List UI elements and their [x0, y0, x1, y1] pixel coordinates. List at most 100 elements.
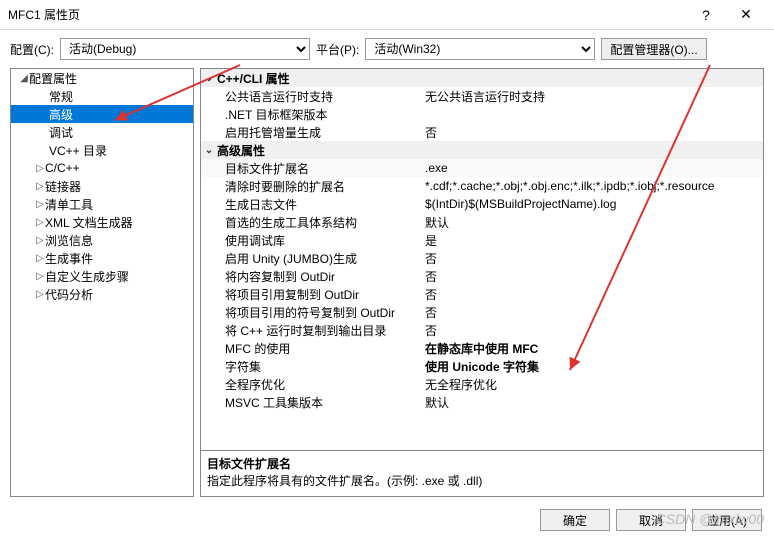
property-value[interactable]: 默认	[421, 394, 763, 411]
tree-item-label: 代码分析	[45, 286, 93, 303]
property-name: 使用调试库	[201, 232, 421, 249]
apply-button[interactable]: 应用(A)	[692, 509, 762, 531]
nav-tree[interactable]: ◢ 配置属性 常规高级调试VC++ 目录▷C/C++▷链接器▷清单工具▷XML …	[10, 68, 194, 497]
grid-section[interactable]: ⌄ C++/CLI 属性	[201, 69, 763, 87]
property-name: 字符集	[201, 358, 421, 375]
cancel-button[interactable]: 取消	[616, 509, 686, 531]
property-value[interactable]: *.cdf;*.cache;*.obj;*.obj.enc;*.ilk;*.ip…	[421, 179, 763, 193]
property-value[interactable]: 使用 Unicode 字符集	[421, 358, 763, 375]
tree-item-label: 高级	[49, 106, 73, 123]
tree-item[interactable]: 高级	[11, 105, 193, 123]
collapse-icon[interactable]: ◢	[19, 73, 29, 84]
property-row[interactable]: MFC 的使用在静态库中使用 MFC	[201, 339, 763, 357]
property-row[interactable]: 清除时要删除的扩展名*.cdf;*.cache;*.obj;*.obj.enc;…	[201, 177, 763, 195]
collapse-icon[interactable]: ⌄	[201, 145, 217, 156]
help-button[interactable]: ?	[686, 7, 726, 23]
property-value[interactable]: 否	[421, 124, 763, 141]
expand-icon[interactable]: ▷	[35, 163, 45, 174]
tree-item[interactable]: ▷自定义生成步骤	[11, 267, 193, 285]
property-value[interactable]: 无公共语言运行时支持	[421, 88, 763, 105]
property-row[interactable]: 启用 Unity (JUMBO)生成否	[201, 249, 763, 267]
property-row[interactable]: 首选的生成工具体系结构默认	[201, 213, 763, 231]
property-row[interactable]: .NET 目标框架版本	[201, 105, 763, 123]
property-row[interactable]: 将项目引用复制到 OutDir否	[201, 285, 763, 303]
property-name: 启用托管增量生成	[201, 124, 421, 141]
platform-label: 平台(P):	[316, 41, 359, 58]
tree-item-label: C/C++	[45, 161, 80, 175]
property-row[interactable]: 将项目引用的符号复制到 OutDir否	[201, 303, 763, 321]
property-row[interactable]: MSVC 工具集版本默认	[201, 393, 763, 411]
description-pane: 目标文件扩展名 指定此程序将具有的文件扩展名。(示例: .exe 或 .dll)	[200, 451, 764, 497]
tree-item-label: VC++ 目录	[49, 142, 107, 159]
expand-icon[interactable]: ▷	[35, 253, 45, 264]
property-row[interactable]: 全程序优化无全程序优化	[201, 375, 763, 393]
tree-item[interactable]: ▷C/C++	[11, 159, 193, 177]
property-name: 将项目引用复制到 OutDir	[201, 286, 421, 303]
property-name: MFC 的使用	[201, 340, 421, 357]
property-row[interactable]: 目标文件扩展名.exe	[201, 159, 763, 177]
property-value[interactable]: 否	[421, 304, 763, 321]
property-name: 将 C++ 运行时复制到输出目录	[201, 322, 421, 339]
description-title: 目标文件扩展名	[207, 455, 757, 472]
tree-root[interactable]: ◢ 配置属性	[11, 69, 193, 87]
expand-icon[interactable]: ▷	[35, 199, 45, 210]
description-text: 指定此程序将具有的文件扩展名。(示例: .exe 或 .dll)	[207, 472, 757, 489]
property-name: 将项目引用的符号复制到 OutDir	[201, 304, 421, 321]
property-row[interactable]: 将 C++ 运行时复制到输出目录否	[201, 321, 763, 339]
property-row[interactable]: 将内容复制到 OutDir否	[201, 267, 763, 285]
tree-item[interactable]: VC++ 目录	[11, 141, 193, 159]
property-value[interactable]: 无全程序优化	[421, 376, 763, 393]
property-name: 清除时要删除的扩展名	[201, 178, 421, 195]
tree-item[interactable]: ▷生成事件	[11, 249, 193, 267]
tree-item-label: 链接器	[45, 178, 81, 195]
property-name: 将内容复制到 OutDir	[201, 268, 421, 285]
grid-section[interactable]: ⌄ 高级属性	[201, 141, 763, 159]
property-row[interactable]: 字符集使用 Unicode 字符集	[201, 357, 763, 375]
property-row[interactable]: 公共语言运行时支持无公共语言运行时支持	[201, 87, 763, 105]
property-value[interactable]: 否	[421, 322, 763, 339]
close-button[interactable]: ✕	[726, 6, 766, 23]
platform-select[interactable]: 活动(Win32)	[365, 38, 595, 60]
expand-icon[interactable]: ▷	[35, 217, 45, 228]
ok-button[interactable]: 确定	[540, 509, 610, 531]
tree-item[interactable]: 常规	[11, 87, 193, 105]
property-name: 全程序优化	[201, 376, 421, 393]
property-value[interactable]: 在静态库中使用 MFC	[421, 340, 763, 357]
config-manager-button[interactable]: 配置管理器(O)...	[601, 38, 706, 60]
property-name: 启用 Unity (JUMBO)生成	[201, 250, 421, 267]
expand-icon[interactable]: ▷	[35, 271, 45, 282]
expand-icon[interactable]: ▷	[35, 289, 45, 300]
expand-icon[interactable]: ▷	[35, 235, 45, 246]
property-row[interactable]: 使用调试库是	[201, 231, 763, 249]
property-value[interactable]: 是	[421, 232, 763, 249]
tree-item-label: 清单工具	[45, 196, 93, 213]
property-name: 目标文件扩展名	[201, 160, 421, 177]
expand-icon[interactable]: ▷	[35, 181, 45, 192]
tree-item[interactable]: ▷清单工具	[11, 195, 193, 213]
collapse-icon[interactable]: ⌄	[201, 73, 217, 84]
tree-item[interactable]: ▷链接器	[11, 177, 193, 195]
tree-item[interactable]: ▷浏览信息	[11, 231, 193, 249]
property-grid[interactable]: ⌄ C++/CLI 属性 公共语言运行时支持无公共语言运行时支持.NET 目标框…	[200, 68, 764, 451]
config-select[interactable]: 活动(Debug)	[60, 38, 310, 60]
property-value[interactable]: 默认	[421, 214, 763, 231]
tree-item[interactable]: 调试	[11, 123, 193, 141]
config-label: 配置(C):	[10, 41, 54, 58]
tree-item-label: XML 文档生成器	[45, 214, 133, 231]
tree-item-label: 调试	[49, 124, 73, 141]
property-value[interactable]: 否	[421, 268, 763, 285]
tree-item-label: 浏览信息	[45, 232, 93, 249]
tree-item-label: 生成事件	[45, 250, 93, 267]
property-name: 公共语言运行时支持	[201, 88, 421, 105]
property-value[interactable]: 否	[421, 286, 763, 303]
property-value[interactable]: $(IntDir)$(MSBuildProjectName).log	[421, 197, 763, 211]
tree-item-label: 自定义生成步骤	[45, 268, 129, 285]
property-value[interactable]: .exe	[421, 161, 763, 175]
tree-item[interactable]: ▷代码分析	[11, 285, 193, 303]
property-name: 生成日志文件	[201, 196, 421, 213]
tree-item[interactable]: ▷XML 文档生成器	[11, 213, 193, 231]
window-title: MFC1 属性页	[8, 6, 686, 23]
property-row[interactable]: 启用托管增量生成否	[201, 123, 763, 141]
property-row[interactable]: 生成日志文件$(IntDir)$(MSBuildProjectName).log	[201, 195, 763, 213]
property-value[interactable]: 否	[421, 250, 763, 267]
